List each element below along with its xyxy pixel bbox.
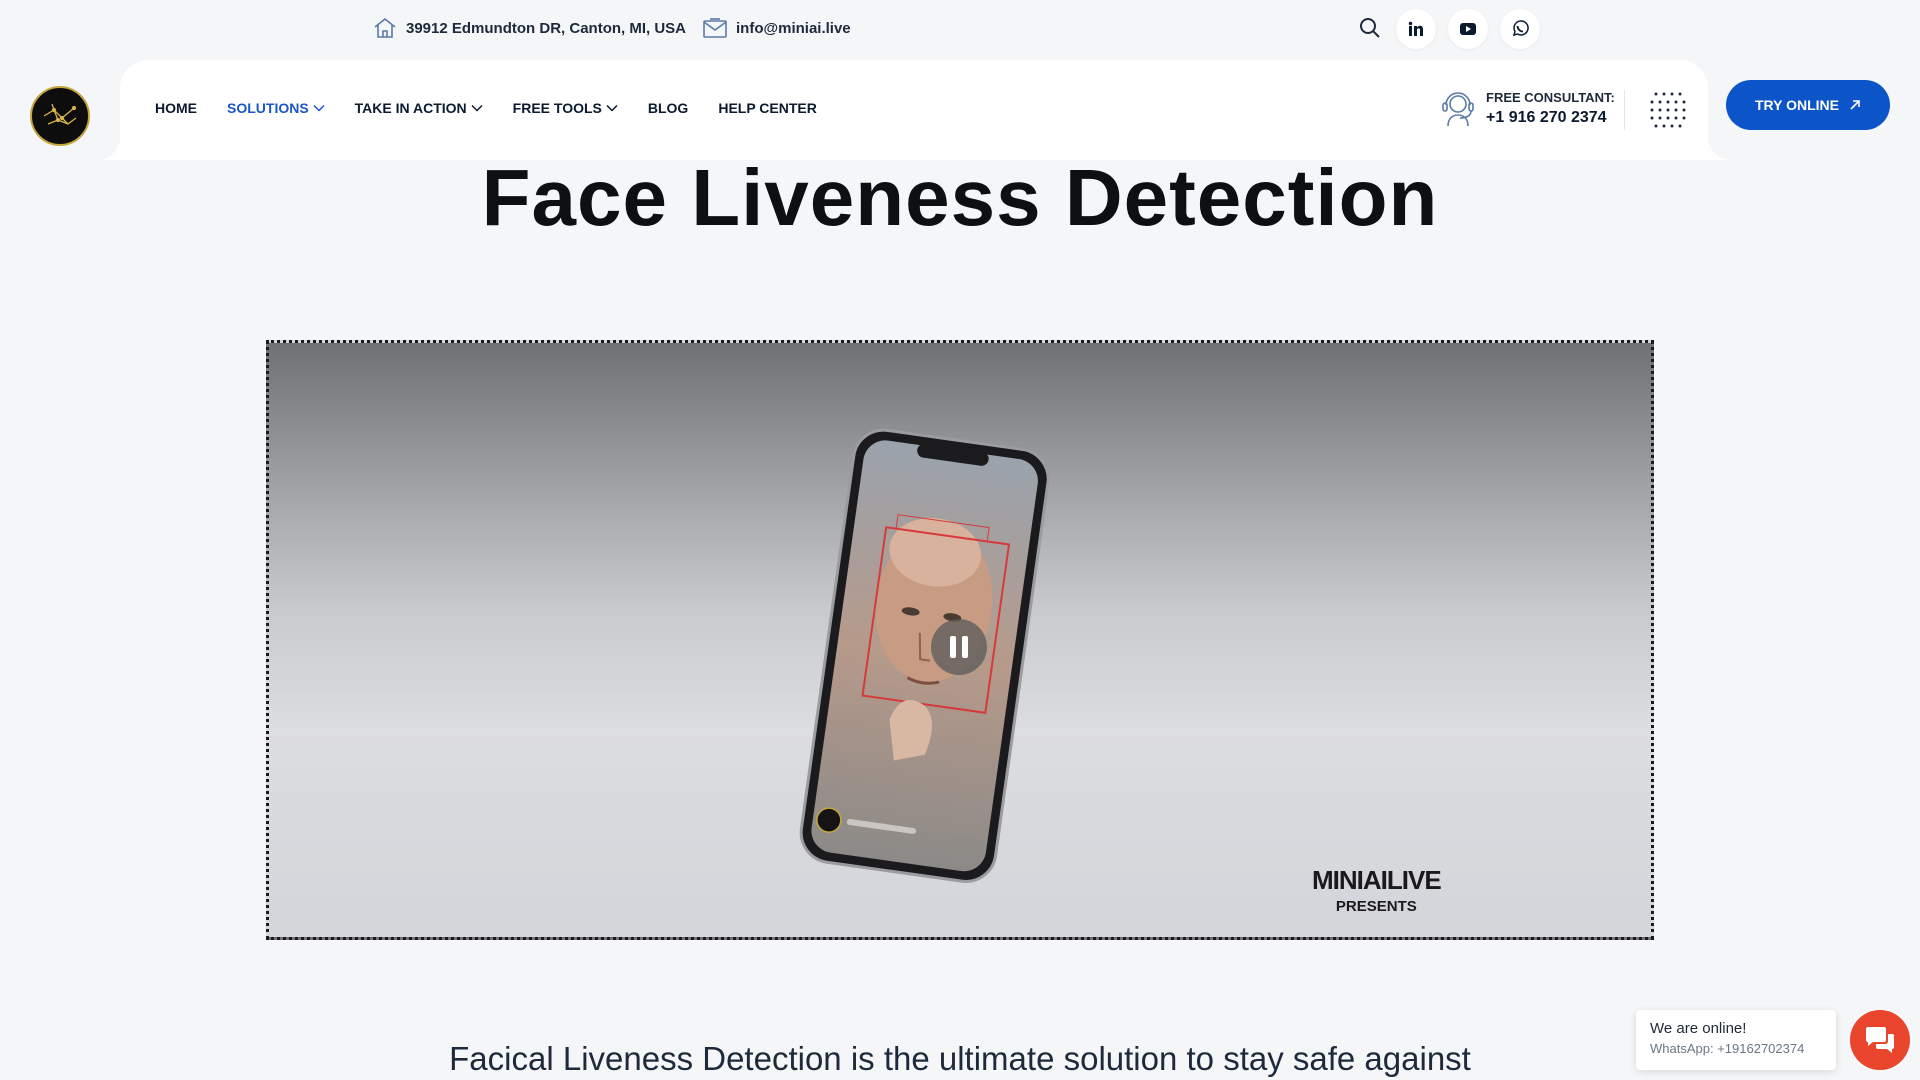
home-icon bbox=[374, 17, 396, 38]
nav-item-label: FREE TOOLS bbox=[512, 100, 602, 116]
linkedin-icon bbox=[1408, 21, 1423, 36]
search-icon[interactable] bbox=[1358, 16, 1382, 40]
dots-grid-menu-icon[interactable] bbox=[1646, 88, 1690, 132]
intro-paragraph: Facical Liveness Detection is the ultima… bbox=[449, 1040, 1471, 1077]
nav-item-label: TAKE IN ACTION bbox=[354, 100, 467, 116]
chat-status-bubble[interactable]: We are online! WhatsApp: +19162702374 bbox=[1636, 1010, 1836, 1070]
nav-item-label: HOME bbox=[155, 100, 197, 116]
nav-item-label: BLOG bbox=[647, 100, 689, 116]
nav-item-solutions[interactable]: SOLUTIONS bbox=[227, 100, 325, 116]
video-brand-subtitle: PRESENTS bbox=[1335, 898, 1417, 915]
top-info-bar: 39912 Edmundton DR, Canton, MI, USA info… bbox=[0, 0, 1920, 58]
video-brand-name: MINIAILIVE bbox=[1312, 865, 1442, 895]
try-online-label: TRY ONLINE bbox=[1754, 97, 1839, 113]
chevron-down-icon bbox=[313, 104, 325, 112]
email[interactable]: info@miniai.live bbox=[702, 16, 851, 40]
nav-item-home[interactable]: HOME bbox=[155, 100, 197, 116]
nav-divider bbox=[1624, 90, 1625, 130]
nav-item-help-center[interactable]: HELP CENTER bbox=[718, 100, 817, 116]
try-online-button[interactable]: TRY ONLINE bbox=[1726, 80, 1890, 130]
page-title: Face Liveness Detection bbox=[481, 153, 1439, 242]
chat-status-text: We are online! bbox=[1650, 1020, 1747, 1037]
site-logo[interactable] bbox=[30, 86, 90, 146]
support-agent-icon bbox=[1442, 92, 1474, 127]
chat-launcher-button[interactable] bbox=[1850, 1010, 1910, 1070]
chevron-down-icon bbox=[606, 104, 618, 112]
address-text: 39912 Edmundton DR, Canton, MI, USA bbox=[406, 19, 687, 37]
nav-item-take-in-action[interactable]: TAKE IN ACTION bbox=[355, 100, 483, 116]
address: 39912 Edmundton DR, Canton, MI, USA bbox=[372, 16, 686, 40]
consultant-phone[interactable]: +1 916 270 2374 bbox=[1486, 109, 1615, 127]
nav-item-label: HELP CENTER bbox=[718, 100, 817, 116]
whatsapp-button[interactable] bbox=[1500, 9, 1540, 49]
whatsapp-icon bbox=[1512, 20, 1529, 37]
consultant-label: FREE CONSULTANT: bbox=[1486, 89, 1615, 105]
email-text[interactable]: info@miniai.live bbox=[736, 20, 851, 37]
linkedin-button[interactable] bbox=[1396, 9, 1436, 49]
nav-item-free-tools[interactable]: FREE TOOLS bbox=[513, 100, 618, 116]
youtube-button[interactable] bbox=[1448, 9, 1488, 49]
logo-icon bbox=[43, 103, 77, 125]
chat-whatsapp-text: WhatsApp: +19162702374 bbox=[1650, 1041, 1805, 1056]
chat-bubbles-icon bbox=[1866, 1027, 1894, 1053]
pause-button[interactable] bbox=[931, 619, 987, 675]
mail-icon bbox=[703, 18, 727, 38]
video-frame-phone-image bbox=[789, 423, 1050, 883]
video-brand-watermark: MINIAILIVE PRESENTS bbox=[1312, 865, 1442, 915]
free-consultant[interactable]: FREE CONSULTANT: +1 916 270 2374 bbox=[1438, 88, 1615, 128]
youtube-icon bbox=[1460, 23, 1476, 35]
pause-icon bbox=[950, 636, 968, 658]
main-navigation: HOME SOLUTIONS TAKE IN ACTION FREE TOOLS… bbox=[96, 60, 1732, 160]
chevron-down-icon bbox=[471, 104, 483, 112]
nav-item-blog[interactable]: BLOG bbox=[648, 100, 688, 116]
nav-item-label: SOLUTIONS bbox=[227, 100, 309, 116]
nav-menu: HOME SOLUTIONS TAKE IN ACTION FREE TOOLS… bbox=[155, 100, 847, 116]
consultant-text: FREE CONSULTANT: +1 916 270 2374 bbox=[1486, 90, 1615, 127]
video-player[interactable]: MINIAILIVE PRESENTS bbox=[266, 340, 1654, 940]
arrow-up-right-icon bbox=[1850, 100, 1860, 110]
